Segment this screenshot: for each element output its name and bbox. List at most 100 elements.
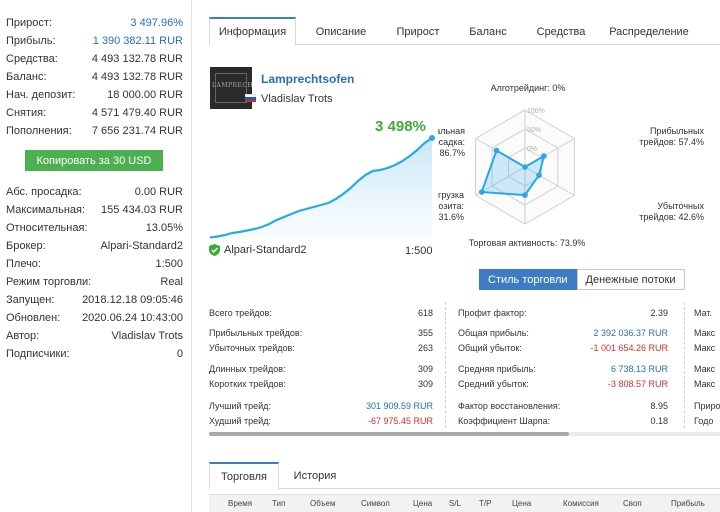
growth-value: 3 498% <box>375 118 426 135</box>
column-header[interactable]: Прибыль <box>671 499 705 508</box>
radar-tick-label: 50% <box>527 127 541 134</box>
scrollbar-thumb[interactable] <box>209 432 569 436</box>
stats-label: Прибыльных трейдов: <box>209 328 303 338</box>
signal-summary-sidebar: Прирост: 3 497.96% Прибыль: 1 390 382.11 RU… <box>0 0 192 512</box>
column-divider <box>445 302 446 428</box>
stats-row: Лучший трейд: 301 909.59 RUR <box>209 401 433 415</box>
tab-6[interactable]: Распределение <box>601 17 697 45</box>
signal-name-link[interactable]: Lamprechtsofen <box>261 72 354 86</box>
stats-row: Длинных трейдов: 309 <box>209 364 433 378</box>
shield-check-icon <box>209 244 220 256</box>
stat-value: 4 493 132.78 RUR <box>91 52 183 65</box>
stat-row: Запущен: 2018.12.18 09:05:46 <box>6 291 183 308</box>
stats-row: Макс <box>694 379 720 393</box>
column-header[interactable]: Символ <box>361 499 390 508</box>
stat-label: Средства: <box>6 52 58 65</box>
radar-tick-label: 100% <box>527 108 545 115</box>
column-header[interactable]: Цена <box>512 499 531 508</box>
column-header[interactable]: Комиссия <box>563 499 599 508</box>
stats-label: Макс <box>694 379 716 389</box>
stat-label: Относительная: <box>6 221 88 234</box>
radar-tick-label: 0% <box>527 146 537 153</box>
radar-axis-label: Торговая активность: 73.9% <box>469 238 586 248</box>
stat-row: Пополнения: 7 656 231.74 RUR <box>6 122 183 139</box>
stats-label: Коэффициент Шарпа: <box>458 416 551 426</box>
stat-row: Обновлен: 2020.06.24 10:43:00 <box>6 309 183 326</box>
radar-axis-label: Убыточных трейдов: 42.6% <box>639 201 704 222</box>
stat-label: Баланс: <box>6 70 47 83</box>
column-header[interactable]: Объем <box>310 499 336 508</box>
stats-label: Средний убыток: <box>458 379 529 389</box>
stat-value: 2018.12.18 09:05:46 <box>82 293 183 306</box>
stat-value: 13.05% <box>145 221 183 234</box>
stat-label: Снятия: <box>6 106 47 119</box>
stats-row: Общая прибыль: 2 392 036.37 RUR <box>458 328 668 342</box>
stats-row: Коротких трейдов: 309 <box>209 379 433 393</box>
tab-3[interactable]: Прирост <box>385 17 451 45</box>
stats-value: 618 <box>417 308 433 318</box>
stats-value: 309 <box>417 364 433 374</box>
tab-history[interactable]: История <box>281 462 349 489</box>
stats-label: Приро <box>694 401 720 411</box>
stats-row: Средняя прибыль: 6 738.13 RUR <box>458 364 668 378</box>
style-tabs: Стиль торговли Денежные потоки <box>479 269 685 290</box>
stat-row: Автор: Vladislav Trots <box>6 327 183 344</box>
stat-value: Vladislav Trots <box>111 329 183 342</box>
radar-axis-label: Максимальнаяпросадка:86.7% <box>438 126 465 158</box>
stats-label: Убыточных трейдов: <box>209 343 295 353</box>
stat-row: Относительная: 13.05% <box>6 219 183 236</box>
stats-value: 0.18 <box>650 416 668 426</box>
cash-flow-tab[interactable]: Денежные потоки <box>576 269 685 290</box>
russia-flag-icon <box>245 94 256 102</box>
stats-value: -3 808.57 RUR <box>607 379 668 389</box>
stats-row: Фактор восстановления: 8.95 <box>458 401 668 415</box>
stats-column-profit: Профит фактор: 2.39 Общая прибыль: 2 392 03… <box>458 302 668 428</box>
stat-value: 1 390 382.11 RUR <box>92 34 183 47</box>
stats-value: -67 975.45 RUR <box>367 416 433 426</box>
stat-row: Плечо: 1:500 <box>6 255 183 272</box>
stat-label: Плечо: <box>6 257 41 270</box>
trading-style-tab[interactable]: Стиль торговли <box>479 269 577 290</box>
stats-label: Мат. <box>694 308 713 318</box>
stat-row: Средства: 4 493 132.78 RUR <box>6 50 183 67</box>
column-header[interactable]: Время <box>228 499 252 508</box>
author-name-link[interactable]: Vladislav Trots <box>261 93 333 105</box>
column-header[interactable]: T/P <box>479 499 491 508</box>
stats-row: Годо <box>694 416 720 428</box>
copy-signal-button[interactable]: Копировать за 30 USD <box>25 150 163 171</box>
stat-label: Режим торговли: <box>6 275 92 288</box>
stats-row: Общий убыток: -1 001 654.26 RUR <box>458 343 668 357</box>
column-header[interactable]: Тип <box>272 499 285 508</box>
stats-column-trades: Всего трейдов: 618 Прибыльных трейдов: 355 У… <box>209 302 433 428</box>
stats-value: 263 <box>417 343 433 353</box>
stat-value: Real <box>160 275 183 288</box>
stats-label: Макс <box>694 364 716 374</box>
column-header[interactable]: S/L <box>449 499 461 508</box>
tab-1[interactable]: Информация <box>209 17 296 46</box>
stat-row: Максимальная: 155 434.03 RUR <box>6 201 183 218</box>
radar-axis-label: Алготрейдинг: 0% <box>491 83 566 93</box>
tab-2[interactable]: Описание <box>301 17 381 45</box>
stats-label: Общая прибыль: <box>458 328 529 338</box>
column-header[interactable]: Своп <box>623 499 642 508</box>
radar-point <box>522 192 528 198</box>
stat-value: 4 493 132.78 RUR <box>91 70 183 83</box>
stat-label: Автор: <box>6 329 40 342</box>
stats-label: Лучший трейд: <box>209 401 271 411</box>
stat-label: Максимальная: <box>6 203 86 216</box>
radar-point <box>522 164 528 170</box>
stats-row: Коэффициент Шарпа: 0.18 <box>458 416 668 428</box>
stat-label: Брокер: <box>6 239 46 252</box>
stat-value: 2020.06.24 10:43:00 <box>82 311 183 324</box>
horizontal-scrollbar[interactable] <box>209 432 720 436</box>
trading-style-radar-chart: 100% 50% 0% Алготрейдинг: 0% Прибыльных трейд… <box>438 83 704 248</box>
tab-4[interactable]: Баланс <box>455 17 521 45</box>
stats-label: Всего трейдов: <box>209 308 272 318</box>
tab-trading[interactable]: Торговля <box>209 462 279 490</box>
stat-value: 3 497.96% <box>130 16 183 29</box>
stats-row: Худший трейд: -67 975.45 RUR <box>209 416 433 428</box>
column-header[interactable]: Цена <box>413 499 432 508</box>
stat-row: Режим торговли: Real <box>6 273 183 290</box>
stat-label: Абс. просадка: <box>6 185 82 198</box>
tab-5[interactable]: Средства <box>525 17 597 45</box>
